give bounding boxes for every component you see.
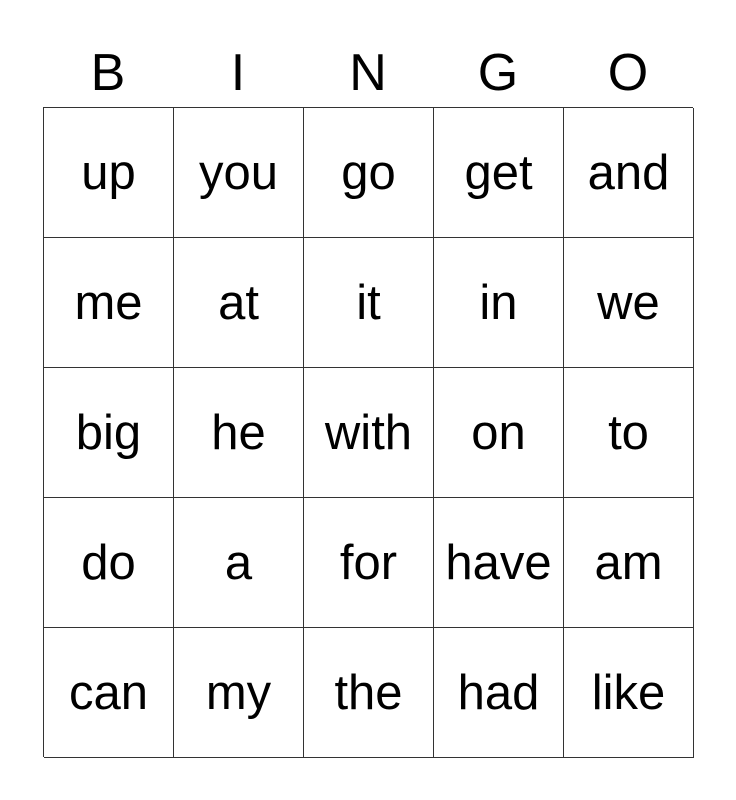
bingo-cell: on xyxy=(434,368,564,498)
bingo-cell: can xyxy=(44,628,174,758)
bingo-cell: in xyxy=(434,238,564,368)
bingo-grid: up you go get and me at it in we big he … xyxy=(43,107,694,758)
bingo-cell: at xyxy=(174,238,304,368)
bingo-cell: big xyxy=(44,368,174,498)
bingo-cell: up xyxy=(44,108,174,238)
bingo-cell: you xyxy=(174,108,304,238)
bingo-cell: to xyxy=(564,368,694,498)
header-letter-n: N xyxy=(349,44,387,102)
header-letter-b: B xyxy=(90,44,126,102)
bingo-cell: go xyxy=(304,108,434,238)
bingo-cell: for xyxy=(304,498,434,628)
bingo-cell: a xyxy=(174,498,304,628)
bingo-cell: we xyxy=(564,238,694,368)
bingo-header: B I N G O xyxy=(43,40,693,107)
bingo-cell: with xyxy=(304,368,434,498)
bingo-cell: me xyxy=(44,238,174,368)
header-letter-i: I xyxy=(230,44,246,102)
bingo-cell: he xyxy=(174,368,304,498)
bingo-cell: my xyxy=(174,628,304,758)
bingo-cell: do xyxy=(44,498,174,628)
header-letter-o: O xyxy=(607,44,649,102)
bingo-cell: the xyxy=(304,628,434,758)
bingo-cell: had xyxy=(434,628,564,758)
bingo-cell: am xyxy=(564,498,694,628)
bingo-cell: and xyxy=(564,108,694,238)
bingo-cell: have xyxy=(434,498,564,628)
bingo-cell: it xyxy=(304,238,434,368)
header-letter-g: G xyxy=(477,44,519,102)
bingo-cell: get xyxy=(434,108,564,238)
bingo-cell: like xyxy=(564,628,694,758)
